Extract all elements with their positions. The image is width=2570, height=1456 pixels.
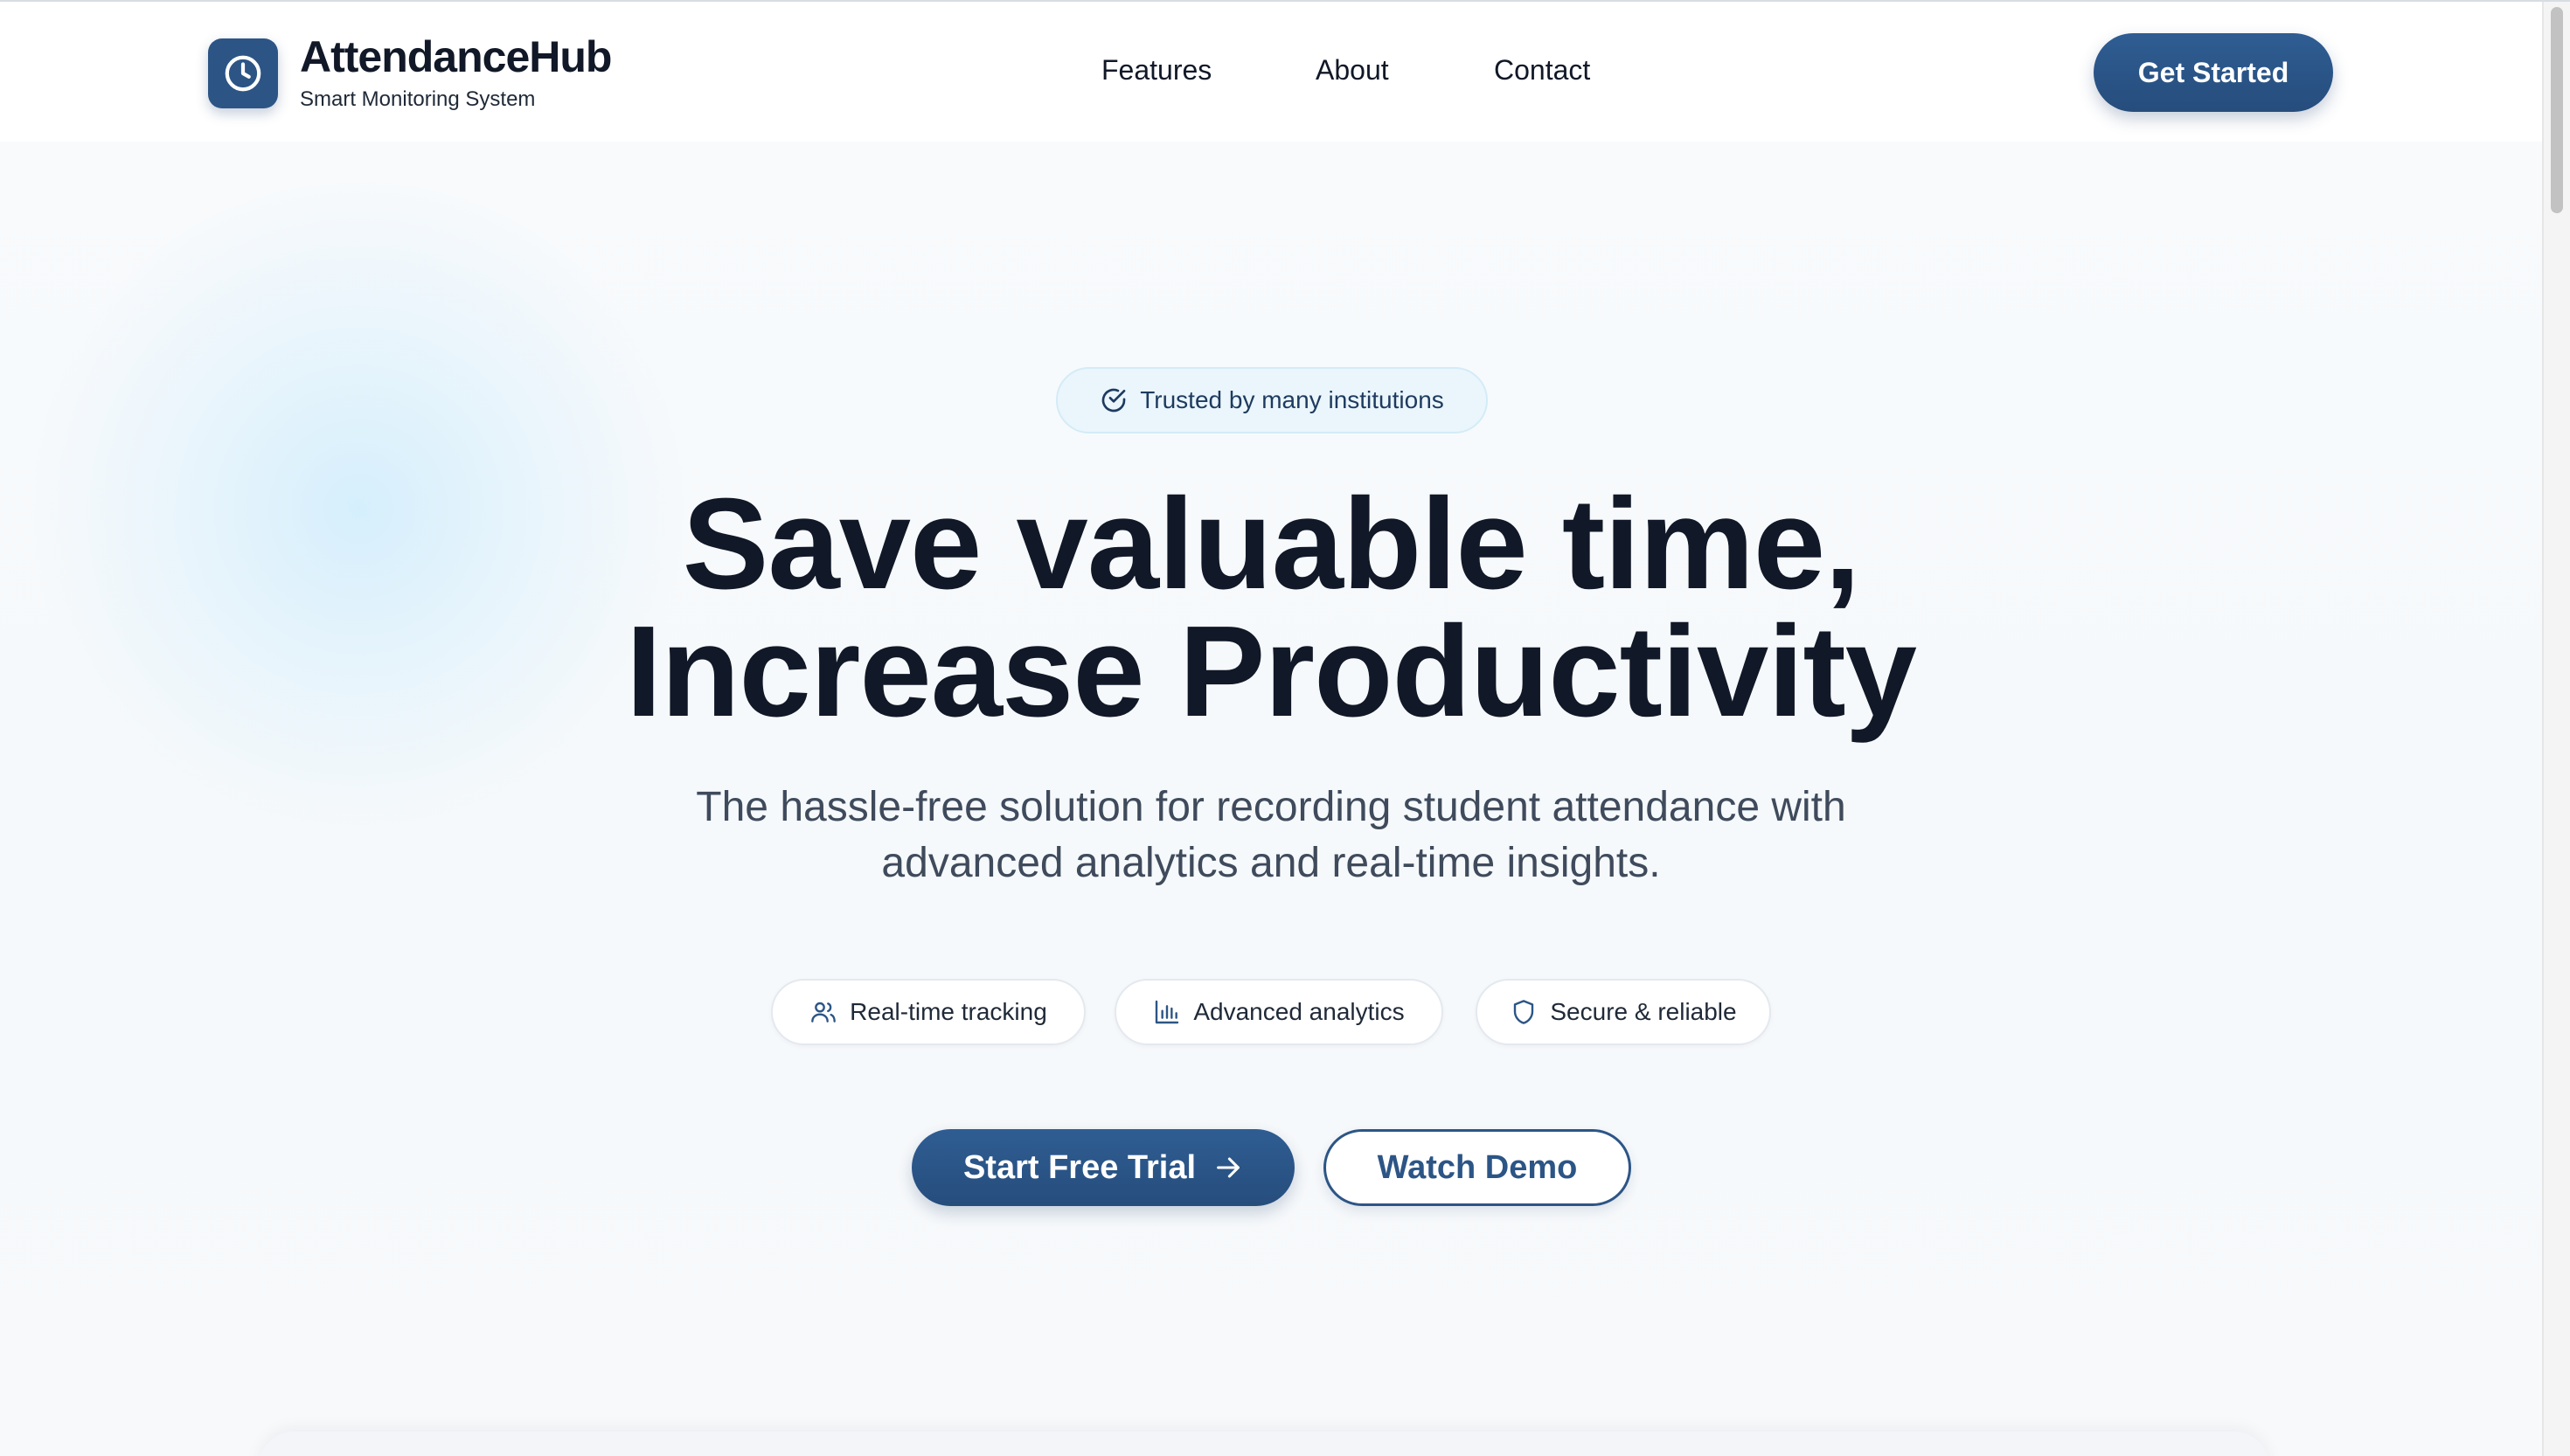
feature-chip-tracking: Real-time tracking — [771, 979, 1086, 1045]
start-free-trial-button[interactable]: Start Free Trial — [912, 1129, 1295, 1206]
users-icon — [811, 1002, 837, 1023]
page-scrollbar[interactable] — [2542, 2, 2570, 1456]
trust-badge: Trusted by many institutions — [1056, 367, 1488, 433]
site-header: AttendanceHub Smart Monitoring System Fe… — [0, 2, 2542, 142]
start-free-trial-label: Start Free Trial — [962, 1148, 1197, 1186]
check-circle-icon — [1101, 388, 1126, 413]
brand-name[interactable]: AttendanceHub — [300, 31, 612, 82]
hero-subtitle-line-2: advanced analytics and real-time insight… — [881, 840, 1661, 886]
nav-features[interactable]: Features — [1101, 54, 1212, 87]
trust-badge-text: Trusted by many institutions — [1140, 386, 1444, 413]
clock-icon — [225, 55, 261, 92]
hero-subtitle: The hassle-free solution for recording s… — [0, 780, 2542, 891]
bar-chart-icon — [1156, 1000, 1179, 1024]
feature-chip-analytics: Advanced analytics — [1115, 979, 1443, 1045]
feature-chip-label: Secure & reliable — [1550, 998, 1737, 1025]
hero-title: Save valuable time, Increase Productivit… — [0, 472, 2542, 744]
nav-contact[interactable]: Contact — [1494, 54, 1590, 87]
brand-tagline: Smart Monitoring System — [300, 87, 536, 111]
landing-page: AttendanceHub Smart Monitoring System Fe… — [0, 0, 2570, 1456]
feature-chip-secure: Secure & reliable — [1476, 979, 1771, 1045]
feature-chip-label: Real-time tracking — [850, 998, 1047, 1025]
hero-title-line-2: Increase Productivity — [625, 600, 1917, 744]
shield-icon — [1514, 1000, 1534, 1024]
dashboard-preview-card — [259, 1432, 2269, 1456]
watch-demo-button[interactable]: Watch Demo — [1323, 1129, 1631, 1206]
feature-chip-label: Advanced analytics — [1193, 998, 1405, 1025]
scrollbar-thumb[interactable] — [2551, 7, 2563, 213]
hero-subtitle-line-1: The hassle-free solution for recording s… — [696, 784, 1846, 830]
nav-about[interactable]: About — [1316, 54, 1389, 87]
hero-title-line-1: Save valuable time, — [682, 472, 1861, 616]
arrow-right-icon — [1217, 1157, 1240, 1178]
logo[interactable] — [208, 38, 278, 108]
get-started-button[interactable]: Get Started — [2094, 33, 2333, 112]
